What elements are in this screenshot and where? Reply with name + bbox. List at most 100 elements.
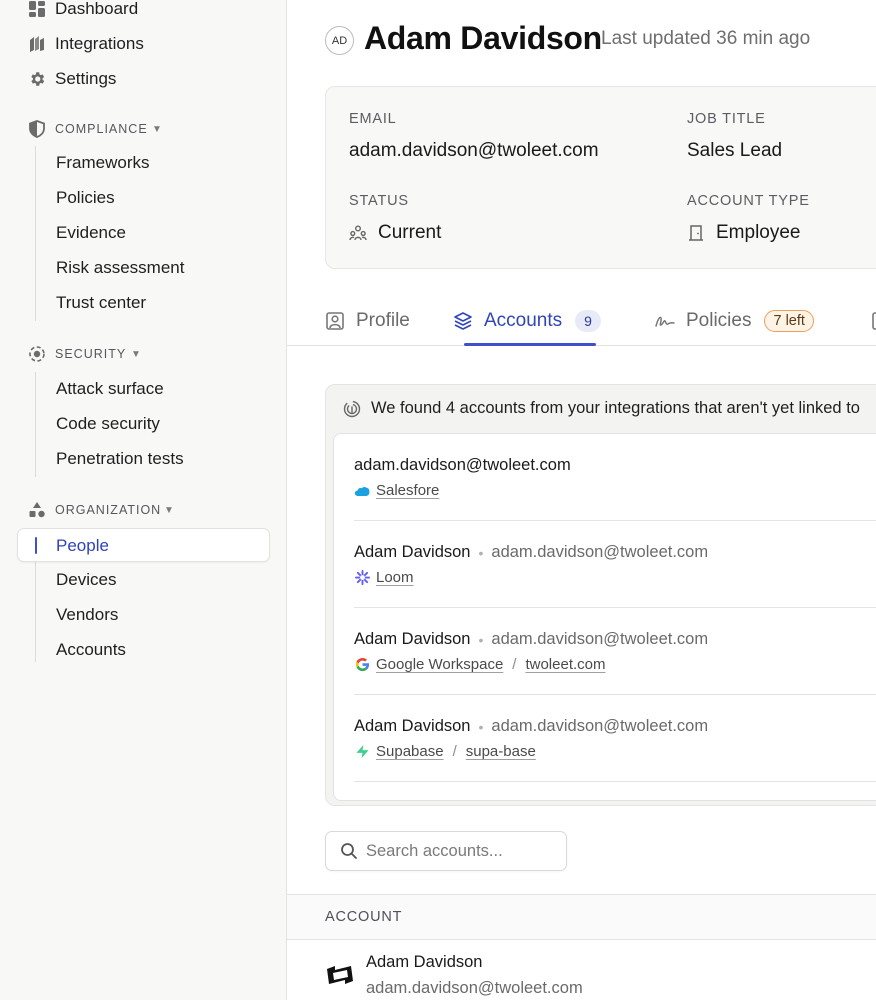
search-accounts-box[interactable]	[325, 831, 567, 871]
sidebar-item-trust-center[interactable]: Trust center	[36, 286, 271, 320]
column-header-account[interactable]: ACCOUNT	[325, 909, 402, 925]
account-source: Salesfore	[354, 482, 439, 499]
account-name: Adam Davidson	[354, 717, 471, 735]
sidebar-item-label: Code security	[56, 414, 160, 433]
tab-next[interactable]	[871, 296, 876, 346]
tab-policies[interactable]: Policies 7 left	[655, 296, 814, 346]
compliance-items: Frameworks Policies Evidence Risk assess…	[35, 146, 184, 321]
section-label: SECURITY	[55, 347, 127, 361]
sidebar-item-vendors[interactable]: Vendors	[36, 598, 271, 632]
tab-bar: Profile Accounts 9 Policies 7 left	[287, 296, 876, 346]
sidebar-item-label: Policies	[56, 188, 115, 207]
search-icon	[340, 842, 358, 860]
signature-icon	[655, 311, 675, 331]
active-tab-indicator	[464, 343, 596, 346]
dashboard-icon	[27, 0, 46, 19]
account-type-label: ACCOUNT TYPE	[687, 193, 810, 209]
caret-down-icon: ▼	[131, 348, 141, 360]
gear-icon	[27, 70, 46, 89]
avatar: AD	[325, 26, 354, 55]
account-email: adam.davidson@twoleet.com	[491, 717, 709, 735]
sidebar-item-settings[interactable]: Settings	[0, 64, 287, 94]
job-title-label: JOB TITLE	[687, 111, 766, 127]
shield-icon	[27, 120, 46, 139]
supabase-icon	[354, 744, 370, 760]
section-security[interactable]: SECURITY ▼	[0, 341, 287, 367]
sidebar-item-code-security[interactable]: Code security	[36, 407, 271, 441]
sidebar-item-integrations[interactable]: Integrations	[0, 29, 287, 59]
tab-label: Policies	[686, 310, 752, 331]
job-title-value: Sales Lead	[687, 140, 783, 161]
tab-label: Accounts	[484, 310, 563, 331]
app-logo-icon	[325, 964, 355, 986]
list-item[interactable]: Adam Davidson • adam.davidson@twoleet.co…	[354, 521, 876, 608]
source-link[interactable]: Salesfore	[376, 482, 439, 499]
sidebar-item-label: Integrations	[55, 34, 144, 53]
account-name: Adam Davidson	[354, 543, 471, 561]
account-source: Loom	[354, 569, 414, 586]
remaining-badge: 7 left	[764, 310, 814, 332]
sidebar-item-penetration-tests[interactable]: Penetration tests	[36, 442, 271, 476]
google-icon	[354, 657, 370, 673]
caret-down-icon: ▼	[164, 504, 174, 516]
source-link[interactable]: Supabase	[376, 743, 444, 760]
sidebar-item-label: Vendors	[56, 605, 119, 624]
loom-icon	[354, 570, 370, 586]
target-icon	[27, 345, 46, 364]
accounts-table-header: ACCOUNT	[287, 894, 876, 940]
account-type-value: Employee	[716, 222, 801, 243]
profile-icon	[325, 311, 345, 331]
shapes-icon	[27, 501, 46, 520]
section-label: COMPLIANCE	[55, 122, 148, 136]
fingerprint-icon	[343, 400, 361, 418]
list-item[interactable]: Adam Davidson • adam.davidson@twoleet.co…	[354, 608, 876, 695]
unlinked-accounts-list: adam.davidson@twoleet.com Salesfore Adam…	[333, 433, 876, 801]
sidebar-item-dashboard[interactable]: Dashboard	[0, 0, 287, 24]
unlinked-accounts-header: We found 4 accounts from your integratio…	[343, 399, 860, 418]
tab-profile[interactable]: Profile	[325, 296, 410, 346]
sidebar-item-label: Dashboard	[55, 0, 139, 18]
email-label: EMAIL	[349, 111, 397, 127]
sidebar-item-accounts[interactable]: Accounts	[36, 633, 271, 667]
security-items: Attack surface Code security Penetration…	[35, 372, 184, 477]
source-link[interactable]: Loom	[376, 569, 414, 586]
sidebar-item-people[interactable]: People	[17, 528, 270, 562]
table-row[interactable]: Adam Davidson adam.davidson@twoleet.com	[287, 940, 876, 1000]
source-sublink[interactable]: supa-base	[466, 743, 536, 760]
tab-accounts[interactable]: Accounts 9	[453, 296, 601, 346]
search-input[interactable]	[366, 839, 556, 863]
sidebar-item-label: Trust center	[56, 293, 147, 312]
account-email: adam.davidson@twoleet.com	[366, 979, 583, 997]
section-compliance[interactable]: COMPLIANCE ▼	[0, 116, 287, 142]
separator-dot: •	[478, 718, 484, 735]
layers-icon	[453, 311, 473, 331]
list-item[interactable]: Adam Davidson • adam.davidson@twoleet.co…	[354, 695, 876, 782]
separator-dot: •	[478, 631, 484, 648]
section-organization[interactable]: ORGANIZATION ▼	[0, 497, 287, 523]
last-updated: Last updated 36 min ago	[601, 28, 811, 49]
account-identity: Adam Davidson • adam.davidson@twoleet.co…	[354, 717, 708, 736]
path-separator: /	[452, 743, 457, 760]
sidebar: Dashboard Integrations Settings COMPLIAN…	[0, 0, 287, 1000]
section-label: ORGANIZATION	[55, 503, 162, 517]
page-title: Adam Davidson	[364, 20, 602, 56]
sidebar-item-label: Devices	[56, 570, 117, 589]
sidebar-item-label: Penetration tests	[56, 449, 184, 468]
sidebar-item-risk-assessment[interactable]: Risk assessment	[36, 251, 271, 285]
account-email: adam.davidson@twoleet.com	[491, 630, 709, 648]
sidebar-item-label: Risk assessment	[56, 258, 185, 277]
sidebar-item-devices[interactable]: Devices	[36, 563, 271, 597]
account-identity: Adam Davidson • adam.davidson@twoleet.co…	[354, 630, 708, 649]
source-link[interactable]: Google Workspace	[376, 656, 503, 673]
sidebar-item-label: People	[56, 536, 109, 555]
path-separator: /	[512, 656, 517, 673]
list-item[interactable]: adam.davidson@twoleet.com Salesfore	[354, 434, 876, 521]
sidebar-item-evidence[interactable]: Evidence	[36, 216, 271, 250]
sidebar-item-attack-surface[interactable]: Attack surface	[36, 372, 271, 406]
account-email: adam.davidson@twoleet.com	[354, 456, 571, 474]
account-name: Adam Davidson	[354, 630, 471, 648]
sidebar-item-policies[interactable]: Policies	[36, 181, 271, 215]
source-sublink[interactable]: twoleet.com	[525, 656, 605, 673]
sidebar-item-frameworks[interactable]: Frameworks	[36, 146, 271, 180]
active-indicator	[35, 537, 37, 554]
